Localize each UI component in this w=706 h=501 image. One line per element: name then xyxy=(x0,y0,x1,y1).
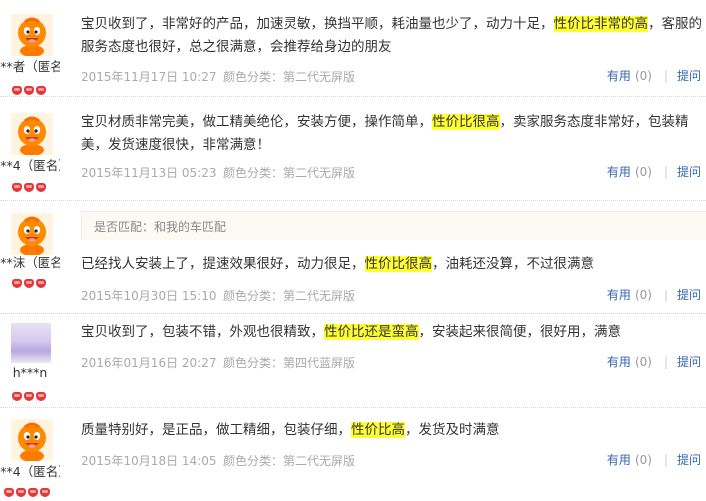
credit-gem-icon xyxy=(36,279,46,288)
useful-button[interactable]: 有用 xyxy=(607,165,631,179)
useful-count: (0) xyxy=(634,355,652,369)
useful-count: (0) xyxy=(634,69,652,83)
review-item: h***n 宝贝收到了，包装不错，外观也很精致，性价比还是蛮高，安装起来很简便，… xyxy=(0,314,706,408)
review-item: ***者（匿名） 宝贝收到了，非常好的产品，加速灵敏，换挡平顺，耗油量也少了，动… xyxy=(0,0,706,97)
sku-label: 颜色分类： xyxy=(223,356,284,370)
ask-question-link[interactable]: 提问 xyxy=(677,453,701,467)
review-date: 2015年10月30日 15:10 xyxy=(81,289,217,303)
credit-gem-icon xyxy=(28,488,38,497)
review-item: ***沫（匿名） 是否匹配：和我的车匹配 已经找人安装上了，提速效果很好，动力很… xyxy=(0,201,706,314)
review-content: 质量特别好，是正品，做工精细，包装仔细，性价比高，发货及时满意 xyxy=(81,422,500,438)
review-meta: 2016年01月16日 20:27 颜色分类：第四代蓝屏版 xyxy=(81,354,355,371)
mascot-avatar-icon[interactable] xyxy=(11,113,53,155)
sku-label: 颜色分类： xyxy=(223,454,284,468)
useful-count: (0) xyxy=(634,453,652,467)
sku-value: 第二代无屏版 xyxy=(283,70,356,84)
review-item: ***4（匿名） 宝贝材质非常完美，做工精美绝伦，安装方便，操作简单，性价比很高… xyxy=(0,97,706,201)
credit-gem-icon xyxy=(16,488,26,497)
sku-label: 颜色分类： xyxy=(223,70,284,84)
mascot-avatar-icon[interactable] xyxy=(11,213,53,255)
sku-value: 第四代蓝屏版 xyxy=(283,356,356,370)
review-meta: 2015年10月18日 14:05 颜色分类：第二代无屏版 xyxy=(81,452,355,469)
highlight-keyword: 性价比高 xyxy=(351,422,405,438)
reviewer-nickname[interactable]: ***4（匿名） xyxy=(0,155,60,174)
buyer-credit-badges xyxy=(12,177,48,192)
highlight-keyword: 性价比很高 xyxy=(364,256,432,272)
review-date: 2015年11月13日 05:23 xyxy=(81,166,217,180)
review-content: 宝贝材质非常完美，做工精美绝伦，安装方便，操作简单，性价比很高，卖家服务态度非常… xyxy=(81,114,689,153)
sku-label: 颜色分类： xyxy=(223,166,284,180)
review-actions: 有用 (0) | 提问 xyxy=(606,288,701,302)
credit-gem-icon xyxy=(36,86,46,95)
credit-gem-icon xyxy=(24,392,34,401)
reviewer-nickname[interactable]: ***者（匿名） xyxy=(0,56,60,75)
mascot-avatar-icon[interactable] xyxy=(11,14,53,56)
review-actions: 有用 (0) | 提问 xyxy=(606,453,701,467)
review-meta: 2015年10月30日 15:10 颜色分类：第二代无屏版 xyxy=(81,287,355,304)
useful-button[interactable]: 有用 xyxy=(607,69,631,83)
credit-gem-icon xyxy=(24,183,34,192)
highlight-keyword: 性价比很高 xyxy=(432,114,500,130)
highlight-keyword: 性价比非常的高 xyxy=(553,16,648,32)
reviewer-nickname[interactable]: ***沫（匿名） xyxy=(0,252,60,271)
vehicle-match-text: 是否匹配：和我的车匹配 xyxy=(94,220,227,234)
credit-gem-icon xyxy=(12,279,22,288)
review-date: 2015年10月18日 14:05 xyxy=(81,454,217,468)
buyer-credit-badges xyxy=(12,386,48,401)
mascot-avatar-icon[interactable] xyxy=(11,419,53,461)
credit-gem-icon xyxy=(40,488,50,497)
review-actions: 有用 (0) | 提问 xyxy=(606,165,701,179)
reviewer-nickname[interactable]: ***4（匿名） xyxy=(0,461,60,480)
credit-gem-icon xyxy=(4,488,14,497)
review-date: 2015年11月17日 10:27 xyxy=(81,70,217,84)
sku-value: 第二代无屏版 xyxy=(283,289,356,303)
credit-gem-icon xyxy=(12,392,22,401)
sku-label: 颜色分类： xyxy=(223,289,284,303)
credit-gem-icon xyxy=(36,183,46,192)
buyer-credit-badges xyxy=(4,482,52,497)
highlight-keyword: 性价比还是蛮高 xyxy=(324,324,419,340)
useful-count: (0) xyxy=(634,165,652,179)
review-content: 宝贝收到了，包装不错，外观也很精致，性价比还是蛮高，安装起来很简便，很好用，满意 xyxy=(81,324,621,340)
buyer-credit-badges xyxy=(12,80,48,95)
ask-question-link[interactable]: 提问 xyxy=(677,288,701,302)
buyer-credit-badges xyxy=(12,273,48,288)
review-meta: 2015年11月13日 05:23 颜色分类：第二代无屏版 xyxy=(81,164,355,181)
credit-gem-icon xyxy=(36,392,46,401)
review-meta: 2015年11月17日 10:27 颜色分类：第二代无屏版 xyxy=(81,68,355,85)
credit-gem-icon xyxy=(24,279,34,288)
ask-question-link[interactable]: 提问 xyxy=(677,355,701,369)
review-item: ***4（匿名） 质量特别好，是正品，做工精细，包装仔细，性价比高，发货及时满意… xyxy=(0,408,706,497)
sku-value: 第二代无屏版 xyxy=(283,454,356,468)
useful-count: (0) xyxy=(634,288,652,302)
review-actions: 有用 (0) | 提问 xyxy=(606,69,701,83)
useful-button[interactable]: 有用 xyxy=(607,453,631,467)
review-date: 2016年01月16日 20:27 xyxy=(81,356,217,370)
credit-gem-icon xyxy=(12,183,22,192)
credit-gem-icon xyxy=(12,86,22,95)
useful-button[interactable]: 有用 xyxy=(607,288,631,302)
credit-gem-icon xyxy=(24,86,34,95)
user-photo-avatar[interactable] xyxy=(11,323,51,363)
review-content: 已经找人安装上了，提速效果很好，动力很足，性价比很高，油耗还没算，不过很满意 xyxy=(81,256,594,272)
review-actions: 有用 (0) | 提问 xyxy=(606,355,701,369)
ask-question-link[interactable]: 提问 xyxy=(677,69,701,83)
review-content: 宝贝收到了，非常好的产品，加速灵敏，换挡平顺，耗油量也少了，动力十足，性价比非常… xyxy=(81,16,702,55)
vehicle-match-box: 是否匹配：和我的车匹配 xyxy=(81,211,706,240)
useful-button[interactable]: 有用 xyxy=(607,355,631,369)
sku-value: 第二代无屏版 xyxy=(283,166,356,180)
ask-question-link[interactable]: 提问 xyxy=(677,165,701,179)
reviewer-nickname[interactable]: h***n xyxy=(0,365,63,380)
